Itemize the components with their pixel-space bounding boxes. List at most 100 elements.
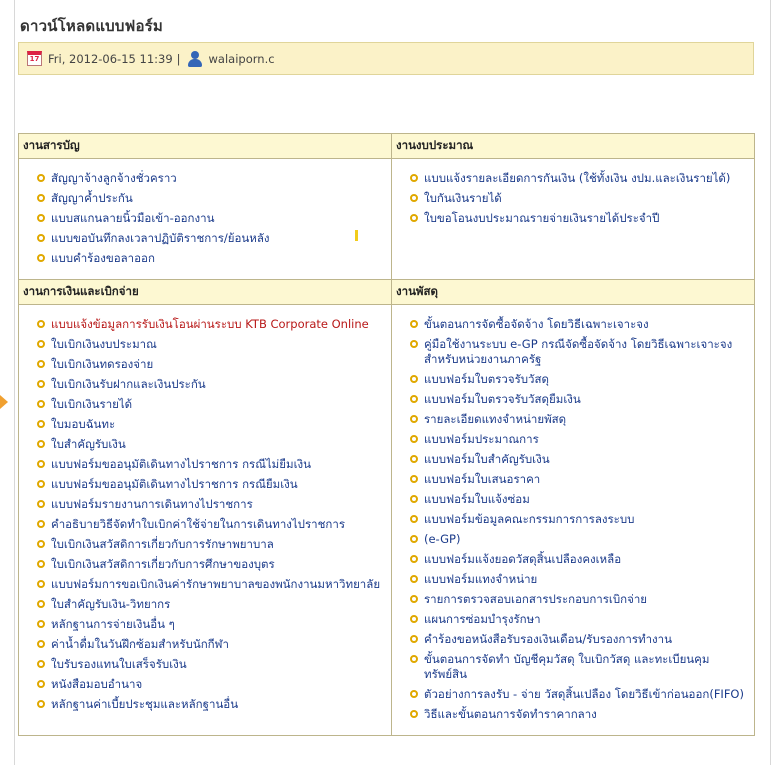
expand-arrow-icon[interactable] xyxy=(0,395,8,409)
form-link[interactable]: คู่มือใช้งานระบบ e-GP กรณีจัดซื้อจัดจ้าง… xyxy=(424,337,732,366)
bullet-icon xyxy=(37,640,45,648)
form-link[interactable]: แบบฟอร์มใบสำคัญรับเงิน xyxy=(424,452,550,466)
form-link[interactable]: หลักฐานค่าเบี้ยประชุมและหลักฐานอื่น xyxy=(51,697,238,711)
list-item[interactable]: ใบกันเงินรายได้ xyxy=(406,191,748,206)
form-link[interactable]: แบบขอบันทึกลงเวลาปฏิบัติราชการ/ย้อนหลัง xyxy=(51,231,270,245)
list-item[interactable]: ค่าน้ำดื่มในวันฝึกซ้อมสำหรับนักกีฬา xyxy=(33,637,385,652)
form-link[interactable]: ขั้นตอนการจัดซื้อจัดจ้าง โดยวิธีเฉพาะเจา… xyxy=(424,317,649,331)
list-item[interactable]: คู่มือใช้งานระบบ e-GP กรณีจัดซื้อจัดจ้าง… xyxy=(406,337,748,367)
list-item[interactable]: แบบคำร้องขอลาออก xyxy=(33,251,385,266)
list-item[interactable]: แบบสแกนลายนิ้วมือเข้า-ออกงาน xyxy=(33,211,385,226)
list-item[interactable]: ใบสำคัญรับเงิน-วิทยากร xyxy=(33,597,385,612)
bullet-icon xyxy=(37,214,45,222)
form-link[interactable]: คำอธิบายวิธีจัดทำใบเบิกค่าใช้จ่ายในการเด… xyxy=(51,517,345,531)
form-link[interactable]: แบบฟอร์มการขอเบิกเงินค่ารักษาพยาบาลของพน… xyxy=(51,577,380,591)
form-link[interactable]: แบบฟอร์มแจ้งยอดวัสดุสิ้นเปลืองคงเหลือ xyxy=(424,552,621,566)
list-item[interactable]: สัญญาค้ำประกัน xyxy=(33,191,385,206)
supplies-list: ขั้นตอนการจัดซื้อจัดจ้าง โดยวิธีเฉพาะเจา… xyxy=(406,317,748,722)
form-link[interactable]: แบบฟอร์มข้อมูลคณะกรรมการการลงระบบ xyxy=(424,512,634,526)
form-link[interactable]: คำร้องขอหนังสือรับรองเงินเดือน/รับรองการ… xyxy=(424,632,672,646)
form-link[interactable]: แบบฟอร์มแทงจำหน่าย xyxy=(424,572,537,586)
form-link[interactable]: แบบฟอร์มประมาณการ xyxy=(424,432,539,446)
form-link[interactable]: ค่าน้ำดื่มในวันฝึกซ้อมสำหรับนักกีฬา xyxy=(51,637,229,651)
list-item[interactable]: แบบฟอร์มใบตรวจรับวัสดุ xyxy=(406,372,748,387)
list-item[interactable]: ขั้นตอนการจัดซื้อจัดจ้าง โดยวิธีเฉพาะเจา… xyxy=(406,317,748,332)
form-link[interactable]: รายละเอียดแทงจำหน่ายพัสดุ xyxy=(424,412,566,426)
list-item[interactable]: วิธีและขั้นตอนการจัดทำราคากลาง xyxy=(406,707,748,722)
list-item[interactable]: หนังสือมอบอำนาจ xyxy=(33,677,385,692)
form-link[interactable]: ใบมอบฉันทะ xyxy=(51,417,115,431)
form-link[interactable]: ใบเบิกเงินสวัสดิการเกี่ยวกับการศึกษาของบ… xyxy=(51,557,275,571)
form-link[interactable]: ตัวอย่างการลงรับ - จ่าย วัสดุสิ้นเปลือง … xyxy=(424,687,744,701)
list-item[interactable]: ใบเบิกเงินทดรองจ่าย xyxy=(33,357,385,372)
list-item[interactable]: แบบฟอร์มประมาณการ xyxy=(406,432,748,447)
form-link[interactable]: แบบแจ้งข้อมูลการรับเงินโอนผ่านระบบ KTB C… xyxy=(51,317,369,331)
list-item[interactable]: แบบฟอร์มรายงานการเดินทางไปราชการ xyxy=(33,497,385,512)
list-item[interactable]: แบบฟอร์มแจ้งยอดวัสดุสิ้นเปลืองคงเหลือ xyxy=(406,552,748,567)
list-item[interactable]: ใบรับรองแทนใบเสร็จรับเงิน xyxy=(33,657,385,672)
form-link[interactable]: ใบเบิกเงินรับฝากและเงินประกัน xyxy=(51,377,206,391)
list-item[interactable]: (e-GP) xyxy=(406,532,748,547)
form-link[interactable]: แบบสแกนลายนิ้วมือเข้า-ออกงาน xyxy=(51,211,214,225)
list-item[interactable]: ใบสำคัญรับเงิน xyxy=(33,437,385,452)
form-link[interactable]: ใบเบิกเงินงบประมาณ xyxy=(51,337,157,351)
list-item[interactable]: ขั้นตอนการจัดทำ บัญชีคุมวัสดุ ใบเบิกวัสด… xyxy=(406,652,748,682)
list-item[interactable]: ใบขอโอนงบประมาณรายจ่ายเงินรายได้ประจำปี xyxy=(406,211,748,226)
list-item[interactable]: แบบฟอร์มใบแจ้งซ่อม xyxy=(406,492,748,507)
bullet-icon xyxy=(37,234,45,242)
list-item[interactable]: แบบขอบันทึกลงเวลาปฏิบัติราชการ/ย้อนหลัง xyxy=(33,231,385,246)
list-item[interactable]: ใบเบิกเงินสวัสดิการเกี่ยวกับการศึกษาของบ… xyxy=(33,557,385,572)
list-item[interactable]: รายละเอียดแทงจำหน่ายพัสดุ xyxy=(406,412,748,427)
form-link[interactable]: ใบสำคัญรับเงิน-วิทยากร xyxy=(51,597,170,611)
form-link[interactable]: แบบคำร้องขอลาออก xyxy=(51,251,155,265)
form-link[interactable]: (e-GP) xyxy=(424,532,460,546)
list-item[interactable]: สัญญาจ้างลูกจ้างชั่วคราว xyxy=(33,171,385,186)
list-item[interactable]: แบบฟอร์มการขอเบิกเงินค่ารักษาพยาบาลของพน… xyxy=(33,577,385,592)
form-link[interactable]: วิธีและขั้นตอนการจัดทำราคากลาง xyxy=(424,707,597,721)
list-item[interactable]: แบบฟอร์มใบสำคัญรับเงิน xyxy=(406,452,748,467)
form-link[interactable]: ใบเบิกเงินสวัสดิการเกี่ยวกับการรักษาพยาบ… xyxy=(51,537,274,551)
form-link[interactable]: สัญญาจ้างลูกจ้างชั่วคราว xyxy=(51,171,177,185)
list-item[interactable]: แบบฟอร์มใบตรวจรับวัสดุยืมเงิน xyxy=(406,392,748,407)
list-item[interactable]: แบบแจ้งรายละเอียดการกันเงิน (ใช้ทั้งเงิน… xyxy=(406,171,748,186)
form-link[interactable]: รายการตรวจสอบเอกสารประกอบการเบิกจ่าย xyxy=(424,592,647,606)
post-author[interactable]: walaiporn.c xyxy=(209,52,275,66)
form-link[interactable]: แบบฟอร์มใบเสนอราคา xyxy=(424,472,540,486)
list-item[interactable]: คำอธิบายวิธีจัดทำใบเบิกค่าใช้จ่ายในการเด… xyxy=(33,517,385,532)
form-link[interactable]: แบบแจ้งรายละเอียดการกันเงิน (ใช้ทั้งเงิน… xyxy=(424,171,730,185)
list-item[interactable]: หลักฐานค่าเบี้ยประชุมและหลักฐานอื่น xyxy=(33,697,385,712)
form-link[interactable]: หนังสือมอบอำนาจ xyxy=(51,677,142,691)
list-item[interactable]: ใบเบิกเงินงบประมาณ xyxy=(33,337,385,352)
form-link[interactable]: ใบรับรองแทนใบเสร็จรับเงิน xyxy=(51,657,187,671)
list-item[interactable]: แบบฟอร์มขออนุมัติเดินทางไปราชการ กรณีไม่… xyxy=(33,457,385,472)
list-item[interactable]: แบบฟอร์มแทงจำหน่าย xyxy=(406,572,748,587)
list-item[interactable]: แบบแจ้งข้อมูลการรับเงินโอนผ่านระบบ KTB C… xyxy=(33,317,385,332)
form-link[interactable]: แบบฟอร์มขออนุมัติเดินทางไปราชการ กรณีไม่… xyxy=(51,457,311,471)
form-link[interactable]: ใบขอโอนงบประมาณรายจ่ายเงินรายได้ประจำปี xyxy=(424,211,659,225)
list-item[interactable]: แผนการซ่อมบำรุงรักษา xyxy=(406,612,748,627)
form-link[interactable]: ใบเบิกเงินทดรองจ่าย xyxy=(51,357,153,371)
list-item[interactable]: ใบมอบฉันทะ xyxy=(33,417,385,432)
list-item[interactable]: ตัวอย่างการลงรับ - จ่าย วัสดุสิ้นเปลือง … xyxy=(406,687,748,702)
form-link[interactable]: ใบเบิกเงินรายได้ xyxy=(51,397,132,411)
form-link[interactable]: แบบฟอร์มขออนุมัติเดินทางไปราชการ กรณียืม… xyxy=(51,477,298,491)
list-item[interactable]: หลักฐานการจ่ายเงินอื่น ๆ xyxy=(33,617,385,632)
form-link[interactable]: แบบฟอร์มใบตรวจรับวัสดุยืมเงิน xyxy=(424,392,581,406)
form-link[interactable]: แบบฟอร์มรายงานการเดินทางไปราชการ xyxy=(51,497,253,511)
form-link[interactable]: หลักฐานการจ่ายเงินอื่น ๆ xyxy=(51,617,175,631)
list-item[interactable]: คำร้องขอหนังสือรับรองเงินเดือน/รับรองการ… xyxy=(406,632,748,647)
form-link[interactable]: แบบฟอร์มใบแจ้งซ่อม xyxy=(424,492,530,506)
form-link[interactable]: ขั้นตอนการจัดทำ บัญชีคุมวัสดุ ใบเบิกวัสด… xyxy=(424,652,709,681)
list-item[interactable]: แบบฟอร์มใบเสนอราคา xyxy=(406,472,748,487)
form-link[interactable]: แบบฟอร์มใบตรวจรับวัสดุ xyxy=(424,372,549,386)
list-item[interactable]: ใบเบิกเงินสวัสดิการเกี่ยวกับการรักษาพยาบ… xyxy=(33,537,385,552)
form-link[interactable]: แผนการซ่อมบำรุงรักษา xyxy=(424,612,541,626)
list-item[interactable]: ใบเบิกเงินรับฝากและเงินประกัน xyxy=(33,377,385,392)
list-item[interactable]: แบบฟอร์มข้อมูลคณะกรรมการการลงระบบ xyxy=(406,512,748,527)
list-item[interactable]: ใบเบิกเงินรายได้ xyxy=(33,397,385,412)
form-link[interactable]: ใบสำคัญรับเงิน xyxy=(51,437,126,451)
list-item[interactable]: รายการตรวจสอบเอกสารประกอบการเบิกจ่าย xyxy=(406,592,748,607)
form-link[interactable]: สัญญาค้ำประกัน xyxy=(51,191,133,205)
form-link[interactable]: ใบกันเงินรายได้ xyxy=(424,191,502,205)
list-item[interactable]: แบบฟอร์มขออนุมัติเดินทางไปราชการ กรณียืม… xyxy=(33,477,385,492)
